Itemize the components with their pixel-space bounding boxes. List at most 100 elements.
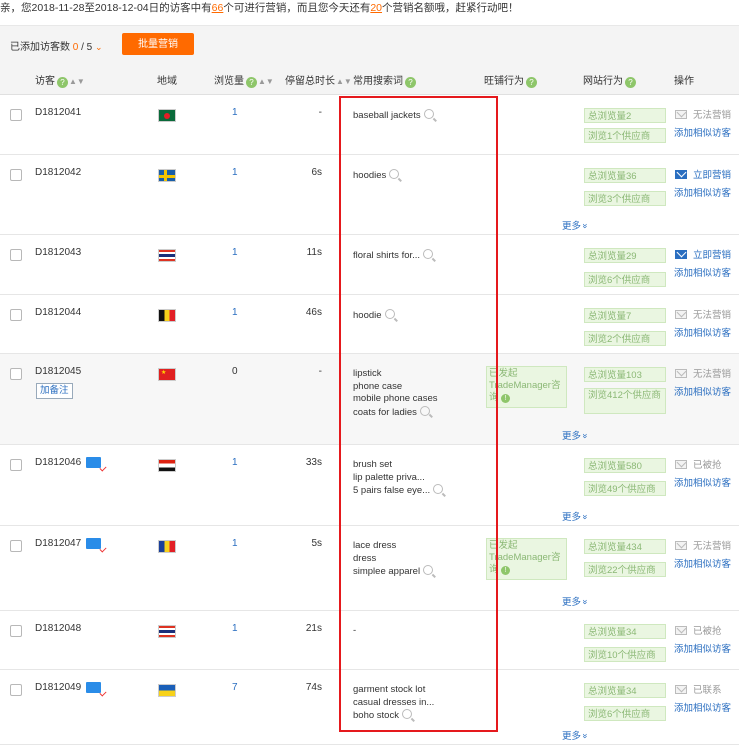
row-checkbox[interactable]	[10, 169, 22, 181]
visitor-id[interactable]: D1812045	[35, 366, 81, 377]
keyword-item: baseball jackets	[353, 109, 434, 123]
keyword-item: lace dress	[353, 540, 433, 553]
col-stay[interactable]: 停留总时长▲▼	[285, 72, 352, 87]
visitor-id[interactable]: D1812042	[35, 167, 81, 178]
added-visitors-dropdown[interactable]: 已添加访客数 0 / 5 ⌄	[10, 38, 103, 53]
add-similar-visitor-link[interactable]: 添加相似访客	[674, 475, 731, 489]
visitor-id[interactable]: D1812047	[35, 538, 81, 549]
row-checkbox[interactable]	[10, 109, 22, 121]
action-label: 立即营销	[693, 170, 732, 181]
search-icon[interactable]	[423, 565, 434, 575]
keyword-item: floral shirts for...	[353, 249, 434, 263]
add-note-button[interactable]: 加备注	[36, 383, 73, 399]
keyword-text: coats for ladies	[353, 406, 417, 418]
add-similar-visitor-link[interactable]: 添加相似访客	[674, 700, 731, 714]
suppliers-tag: 浏览3个供应商	[584, 191, 666, 206]
row-checkbox[interactable]	[10, 540, 22, 552]
more-label: 更多	[562, 512, 582, 523]
add-similar-visitor-link[interactable]: 添加相似访客	[674, 641, 731, 655]
sort-icon[interactable]: ▲▼	[69, 77, 85, 86]
row-checkbox[interactable]	[10, 625, 22, 637]
envelope-icon	[675, 460, 687, 469]
views-count[interactable]: 1	[232, 107, 238, 118]
row-checkbox[interactable]	[10, 459, 22, 471]
add-similar-visitor-link[interactable]: 添加相似访客	[674, 325, 731, 339]
row-checkbox[interactable]	[10, 368, 22, 380]
visitor-id[interactable]: D1812044	[35, 307, 81, 318]
suppliers-tag: 浏览2个供应商	[584, 331, 666, 346]
more-link[interactable]: 更多»	[562, 728, 591, 742]
more-link[interactable]: 更多»	[562, 428, 591, 442]
search-icon[interactable]	[423, 109, 434, 119]
suppliers-tag: 浏览22个供应商	[584, 562, 666, 577]
visitor-id[interactable]: D1812049	[35, 682, 81, 693]
more-link[interactable]: 更多»	[562, 594, 591, 608]
search-icon[interactable]	[384, 309, 395, 319]
keyword-item: -	[353, 625, 356, 638]
row-checkbox[interactable]	[10, 684, 22, 696]
sort-icon[interactable]: ▲▼	[336, 77, 352, 86]
search-icon[interactable]	[423, 249, 434, 259]
visitor-id[interactable]: D1812048	[35, 623, 81, 634]
keyword-item: lipstick	[353, 368, 438, 381]
add-similar-visitor-link[interactable]: 添加相似访客	[674, 185, 731, 199]
keyword-item: garment stock lot	[353, 684, 434, 697]
more-label: 更多	[562, 221, 582, 232]
add-similar-visitor-link[interactable]: 添加相似访客	[674, 125, 731, 139]
keyword-item: dress	[353, 553, 433, 566]
row-checkbox[interactable]	[10, 249, 22, 261]
bulk-marketing-button[interactable]: 批量营销	[122, 33, 194, 55]
col-views[interactable]: 浏览量? ▲▼	[214, 72, 274, 88]
views-count[interactable]: 1	[232, 167, 238, 178]
stay-duration: 11s	[306, 247, 322, 258]
keyword-item: boho stock	[353, 709, 434, 723]
total-views-tag: 总浏览量103	[584, 367, 666, 382]
visitor-id[interactable]: D1812046	[35, 457, 81, 468]
info-icon[interactable]: !	[501, 394, 511, 403]
views-count[interactable]: 1	[232, 247, 238, 258]
bangladesh-flag-icon	[158, 109, 176, 122]
add-similar-visitor-link[interactable]: 添加相似访客	[674, 384, 731, 398]
keyword-text: lipstick	[353, 368, 382, 379]
quota-count-link[interactable]: 20	[370, 2, 382, 14]
action-status[interactable]: 立即营销	[675, 167, 731, 181]
help-icon[interactable]: ?	[625, 77, 636, 88]
help-icon[interactable]: ?	[57, 77, 68, 88]
row-checkbox[interactable]	[10, 309, 22, 321]
visitor-id[interactable]: D1812043	[35, 247, 81, 258]
sort-icon[interactable]: ▲▼	[258, 77, 274, 86]
keyword-item: brush set	[353, 459, 443, 472]
views-count[interactable]: 1	[232, 538, 238, 549]
col-wangwang-label: 旺铺行为	[484, 76, 524, 87]
visitor-id[interactable]: D1812041	[35, 107, 81, 118]
more-link[interactable]: 更多»	[562, 218, 591, 232]
help-icon[interactable]: ?	[246, 77, 257, 88]
col-views-label: 浏览量	[214, 76, 244, 87]
search-icon[interactable]	[401, 709, 412, 719]
total-views-tag: 总浏览量7	[584, 308, 666, 323]
action-status[interactable]: 立即营销	[675, 247, 731, 261]
add-similar-visitor-link[interactable]: 添加相似访客	[674, 556, 731, 570]
stay-duration: 21s	[305, 623, 322, 634]
business-card-icon	[86, 457, 101, 468]
available-count-link[interactable]: 66	[212, 2, 224, 14]
notice-middle: 个可进行营销，而且您今天还有	[223, 2, 371, 14]
views-count[interactable]: 1	[232, 623, 238, 634]
envelope-icon	[675, 310, 687, 319]
thailand-flag-icon	[158, 249, 176, 262]
more-link[interactable]: 更多»	[562, 509, 591, 523]
info-icon[interactable]: !	[501, 566, 511, 575]
help-icon[interactable]: ?	[405, 77, 416, 88]
search-icon[interactable]	[419, 405, 430, 416]
search-icon[interactable]	[389, 169, 400, 179]
add-similar-visitor-link[interactable]: 添加相似访客	[674, 265, 731, 279]
views-count[interactable]: 7	[232, 682, 238, 693]
search-keywords: garment stock lot casual dresses in... boh…	[353, 684, 434, 723]
views-count[interactable]: 1	[232, 457, 238, 468]
help-icon[interactable]: ?	[526, 77, 537, 88]
table-row: D1812045 加备注 ★ 0 - lipstick phone case mobile p…	[0, 354, 739, 445]
views-count[interactable]: 1	[232, 307, 238, 318]
search-icon[interactable]	[433, 484, 444, 494]
col-visitor[interactable]: 访客? ▲▼	[35, 72, 85, 88]
action-label: 无法营销	[693, 310, 732, 321]
